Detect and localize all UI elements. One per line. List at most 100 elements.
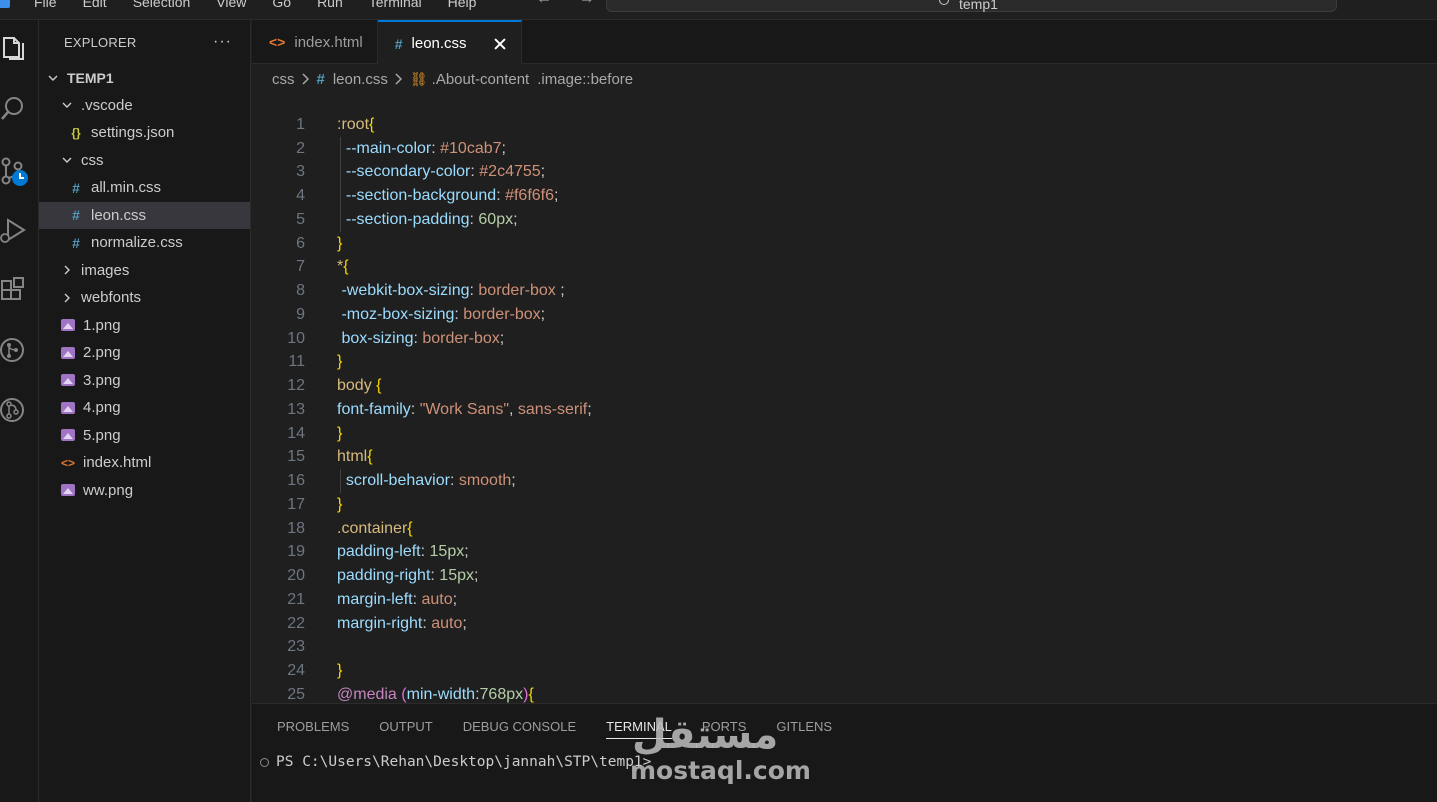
code-token: box-sizing [341, 329, 414, 347]
panel-tab-output[interactable]: OUTPUT [379, 704, 432, 748]
css-file-icon: # [394, 35, 403, 52]
forward-arrow-icon[interactable]: → [578, 0, 594, 7]
code-token: border-box [422, 329, 500, 347]
breadcrumb-file[interactable]: leon.css [333, 71, 388, 88]
panel-tab-problems[interactable]: PROBLEMS [277, 704, 349, 748]
command-status-icon [260, 757, 269, 767]
tree-item-all-min-css[interactable]: # all.min.css [39, 174, 250, 201]
line-source: --secondary-color: #2c4755; [337, 163, 545, 181]
line-number: 7 [296, 258, 305, 276]
panel-tab-terminal[interactable]: TERMINAL [606, 704, 672, 748]
line-number: 16 [287, 472, 305, 490]
code-token: :root [337, 115, 370, 133]
panel-tab-gitlens[interactable]: GITLENS [776, 704, 832, 748]
code-token: smooth [458, 472, 512, 490]
git-graph-icon[interactable] [0, 336, 30, 366]
code-token: #2c4755 [479, 163, 541, 181]
tree-item-css[interactable]: css [39, 147, 250, 174]
line-source: -webkit-box-sizing: border-box ; [337, 282, 565, 300]
tree-item-4-png[interactable]: 4.png [39, 394, 250, 421]
tree-item-1-png[interactable]: 1.png [39, 312, 250, 339]
tree-item-vscode[interactable]: .vscode [39, 92, 250, 119]
code-token: : [496, 187, 506, 205]
code-token: ; [501, 139, 506, 157]
tree-item-index-html[interactable]: <> index.html [39, 449, 250, 476]
tree-item-label: images [81, 261, 130, 279]
image-file-icon [61, 401, 75, 414]
tree-item-temp1[interactable]: TEMP1 [39, 64, 250, 91]
tab-index-html[interactable]: <> index.html [252, 20, 378, 64]
menu-edit[interactable]: Edit [83, 0, 107, 10]
code-token: } [337, 234, 343, 252]
menu-go[interactable]: Go [272, 0, 291, 10]
code-token: ; [452, 590, 458, 608]
line-number: 1 [296, 115, 305, 133]
run-debug-icon[interactable] [0, 216, 30, 246]
code-token: 15px [439, 567, 474, 585]
gitlens-icon[interactable] [0, 396, 30, 426]
menu-selection[interactable]: Selection [133, 0, 191, 10]
back-arrow-icon[interactable]: ← [536, 0, 552, 7]
image-file-icon [61, 374, 75, 386]
line-number: 19 [287, 543, 305, 561]
tree-item-label: 1.png [83, 316, 121, 334]
code-editor[interactable]: 1:root{2 --main-color: #10cab7; 3 --secon… [252, 113, 1437, 703]
source-control-icon[interactable] [0, 156, 30, 186]
line-source: padding-right: 15px; [337, 567, 478, 585]
tab-leon-css[interactable]: # leon.css [377, 20, 522, 65]
code-token: padding-left [337, 543, 421, 561]
line-source: html{ [337, 448, 373, 466]
tree-item-normalize-css[interactable]: # normalize.css [39, 229, 250, 256]
line-source: --section-background: #f6f6f6; [337, 187, 559, 205]
menu-terminal[interactable]: Terminal [369, 0, 422, 10]
tree-item-2-png[interactable]: 2.png [39, 339, 250, 366]
search-icon[interactable] [0, 94, 30, 124]
code-token: : [420, 543, 430, 561]
code-token: ; [499, 329, 505, 347]
chevron-right-icon [61, 292, 73, 304]
explorer-header: EXPLORER ··· [39, 20, 250, 64]
breadcrumb-selector[interactable]: .About-content [432, 71, 530, 88]
tree-item-settings-json[interactable]: {} settings.json [39, 119, 250, 146]
line-number: 25 [287, 685, 305, 703]
line-source: :root{ [337, 116, 374, 134]
breadcrumb-folder[interactable]: css [272, 71, 295, 88]
command-center[interactable]: temp1 [606, 0, 1337, 12]
tree-item-images[interactable]: images [39, 257, 250, 284]
code-token: { [343, 258, 349, 276]
panel-tab-ports[interactable]: PORTS [702, 704, 747, 748]
more-actions-icon[interactable]: ··· [213, 33, 232, 51]
breadcrumb: css # leon.css ⛓ .About-content .image::… [252, 64, 1437, 94]
code-token: sans-serif [517, 400, 588, 418]
css-file-icon: # [316, 70, 325, 88]
line-number: 15 [287, 448, 305, 466]
code-token: --section-padding [345, 210, 470, 228]
tree-item-5-png[interactable]: 5.png [39, 422, 250, 449]
tree-item-ww-png[interactable]: ww.png [39, 477, 250, 504]
close-icon[interactable] [493, 37, 507, 51]
line-source: body { [337, 377, 381, 395]
code-token: auto [421, 590, 453, 608]
tree-item-webfonts[interactable]: webfonts [39, 284, 250, 311]
menu-view[interactable]: View [216, 0, 246, 10]
panel-tab-debug-console[interactable]: DEBUG CONSOLE [463, 704, 576, 748]
menu-help[interactable]: Help [448, 0, 477, 10]
menu-run[interactable]: Run [317, 0, 343, 10]
extensions-icon[interactable] [0, 276, 30, 306]
tab-label: leon.css [411, 35, 467, 52]
search-icon [939, 0, 949, 5]
menu-file[interactable]: File [34, 0, 57, 10]
explorer-icon[interactable] [0, 34, 30, 64]
line-number: 9 [296, 305, 305, 323]
breadcrumb-pseudo[interactable]: .image::before [537, 71, 633, 88]
tree-item-leon-css[interactable]: # leon.css [39, 201, 250, 229]
tree-item-3-png[interactable]: 3.png [39, 367, 250, 394]
terminal-line[interactable]: PS C:\Users\Rehan\Desktop\jannah\STP\tem… [260, 754, 651, 770]
code-token: "Work Sans" [419, 400, 509, 418]
code-token: : [449, 472, 459, 490]
line-number: 20 [287, 567, 305, 585]
code-token: ; [555, 282, 565, 300]
